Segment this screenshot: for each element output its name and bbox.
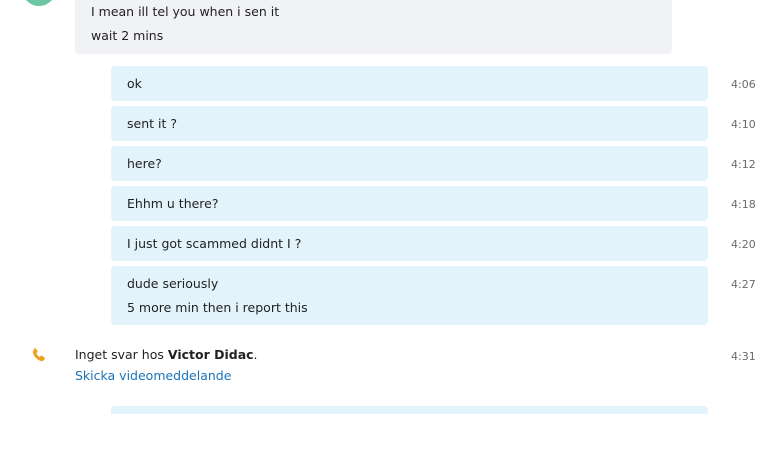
chat-conversation: I mean ill tel you when i sen it wait 2 … [0, 0, 779, 452]
message-timestamp: 4:18 [731, 198, 756, 211]
outgoing-message-bubble[interactable]: sent it ? [111, 106, 708, 141]
send-video-message-link[interactable]: Skicka videomeddelande [75, 368, 231, 384]
message-text: dude seriously [127, 276, 219, 291]
outgoing-message-bubble[interactable] [111, 406, 708, 414]
missed-call-prefix: Inget svar hos [75, 347, 168, 362]
phone-icon [32, 348, 45, 362]
message-timestamp: 4:12 [731, 158, 756, 171]
contact-avatar[interactable] [22, 0, 56, 6]
message-timestamp: 4:06 [731, 78, 756, 91]
message-text: Ehhm u there? [127, 196, 219, 211]
outgoing-message-bubble[interactable]: I just got scammed didnt I ? [111, 226, 708, 261]
message-text: 5 more min then i report this [127, 300, 308, 315]
message-timestamp: 4:27 [731, 278, 756, 291]
message-text: sent it ? [127, 116, 177, 131]
outgoing-message-bubble[interactable]: dude seriously 5 more min then i report … [111, 266, 708, 325]
missed-call-notice: Inget svar hos Victor Didac. Skicka vide… [0, 346, 779, 390]
outgoing-message-bubble[interactable]: Ehhm u there? [111, 186, 708, 221]
message-text: I mean ill tel you when i sen it [91, 4, 280, 19]
call-timestamp: 4:31 [731, 350, 756, 363]
message-timestamp: 4:20 [731, 238, 756, 251]
incoming-message-bubble[interactable]: I mean ill tel you when i sen it wait 2 … [75, 0, 672, 54]
contact-name: Victor Didac [167, 347, 254, 362]
outgoing-message-bubble[interactable]: ok [111, 66, 708, 101]
message-text: wait 2 mins [91, 28, 164, 43]
message-text: here? [127, 156, 162, 171]
outgoing-message-bubble[interactable]: here? [111, 146, 708, 181]
message-text: I just got scammed didnt I ? [127, 236, 302, 251]
message-timestamp: 4:10 [731, 118, 756, 131]
message-text: ok [127, 76, 142, 91]
missed-call-text: Inget svar hos Victor Didac. [75, 347, 258, 363]
missed-call-suffix: . [253, 347, 258, 362]
